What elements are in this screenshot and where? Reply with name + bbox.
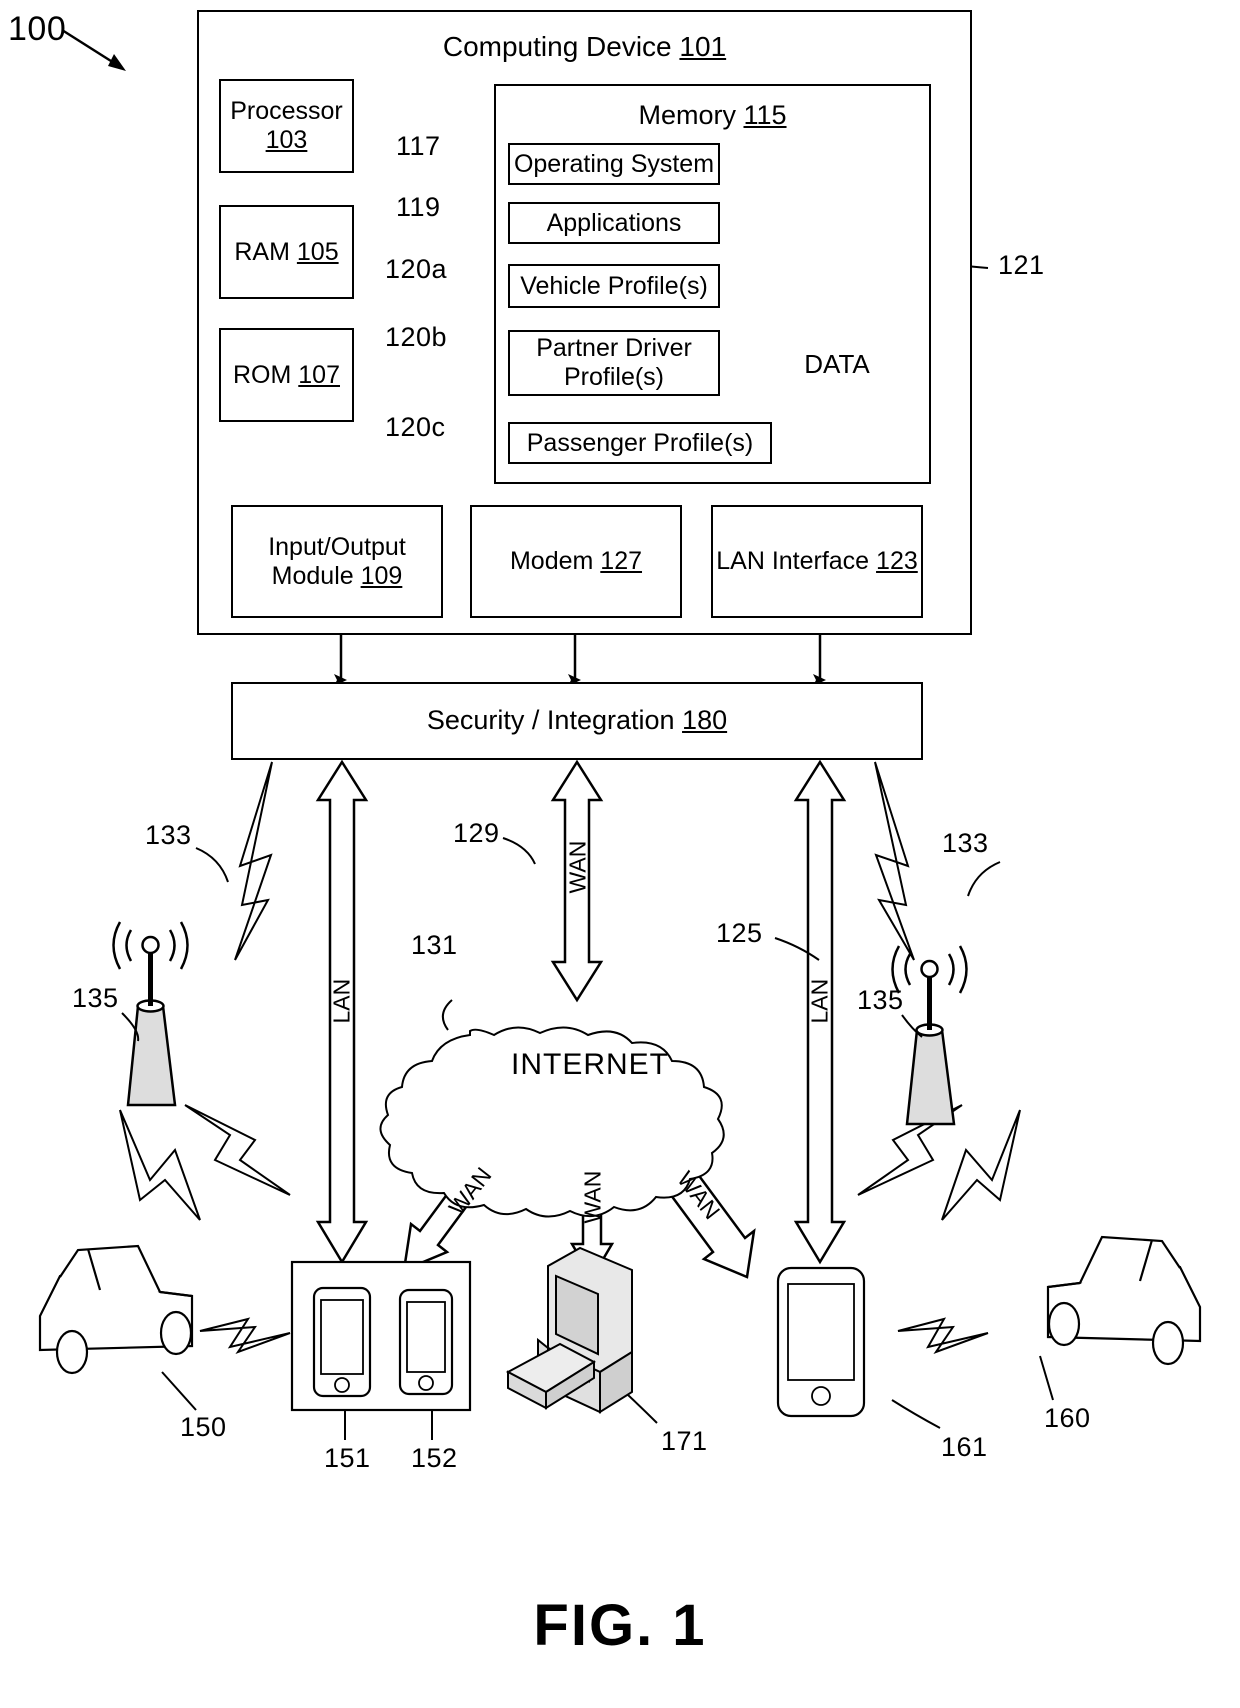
security-integration-bar: Security / Integration 180	[231, 682, 923, 760]
ram-box: RAM 105	[219, 205, 354, 299]
ref-121: 121	[998, 250, 1045, 280]
rom-box: ROM 107	[219, 328, 354, 422]
vehicle-right	[1046, 1235, 1202, 1366]
ref-150: 150	[180, 1412, 227, 1442]
memory-item-partner-driver-profiles: Partner Driver Profile(s)	[508, 330, 720, 396]
ref-125: 125	[716, 918, 763, 948]
lan-right-label: LAN	[806, 978, 833, 1024]
desktop-computer	[505, 1246, 633, 1414]
ref-152: 152	[411, 1443, 458, 1473]
ref-120b: 120b	[385, 322, 448, 352]
ref-161: 161	[941, 1432, 988, 1462]
lightning-bolt-lower-left	[119, 1109, 201, 1221]
lightning-bolt-lower-right	[941, 1109, 1021, 1221]
ref-171: 171	[661, 1426, 708, 1456]
lan-interface-box: LAN Interface 123	[711, 505, 923, 618]
memory-item-operating-system: Operating System	[508, 143, 720, 185]
memory-item-vehicle-profiles: Vehicle Profile(s)	[508, 264, 720, 308]
internet-ref-leader	[441, 999, 453, 1031]
lightning-bolt-phone-to-car	[897, 1317, 989, 1355]
memory-item-applications: Applications	[508, 202, 720, 244]
figure-caption: FIG. 1	[533, 1593, 707, 1658]
mobile-device-3	[776, 1266, 866, 1418]
lightning-bolt-upper-right	[874, 761, 915, 961]
ref-135-right: 135	[857, 985, 904, 1015]
ref-120c: 120c	[385, 412, 446, 442]
memory-title: Memory 115	[638, 100, 787, 131]
computing-device-title: Computing Device 101	[442, 30, 727, 62]
ref-135-left: 135	[72, 983, 119, 1013]
lan-left-label: LAN	[328, 978, 355, 1024]
io-module-box: Input/Output Module 109	[231, 505, 443, 618]
mobile-device-1	[312, 1286, 372, 1398]
ref-131: 131	[411, 930, 458, 960]
memory-item-passenger-profiles: Passenger Profile(s)	[508, 422, 772, 464]
system-ref-leader	[61, 28, 126, 71]
ref-100: 100	[8, 10, 67, 48]
ref-129: 129	[453, 818, 500, 848]
data-label: DATA	[804, 349, 870, 380]
wan-center-label: WAN	[564, 840, 591, 894]
lightning-bolt-car-to-phones	[199, 1317, 291, 1355]
antenna-tower-left	[112, 921, 189, 1107]
ref-133-left: 133	[145, 820, 192, 850]
ref-119: 119	[396, 192, 441, 222]
processor-box: Processor 103	[219, 79, 354, 173]
modem-box: Modem 127	[470, 505, 682, 618]
ref-117: 117	[396, 131, 441, 161]
ref-160: 160	[1044, 1403, 1091, 1433]
wan-internet-center-label: WAN	[579, 1170, 606, 1224]
mobile-device-2	[398, 1288, 454, 1396]
lightning-bolt-left-to-tower	[184, 1104, 291, 1196]
internet-label: INTERNET	[511, 1047, 669, 1081]
ref-133-right: 133	[942, 828, 989, 858]
antenna-tower-right	[891, 945, 968, 1126]
ref-151: 151	[324, 1443, 371, 1473]
lightning-bolt-upper-left	[234, 761, 273, 961]
vehicle-left	[38, 1244, 194, 1375]
ref-120a: 120a	[385, 254, 448, 284]
